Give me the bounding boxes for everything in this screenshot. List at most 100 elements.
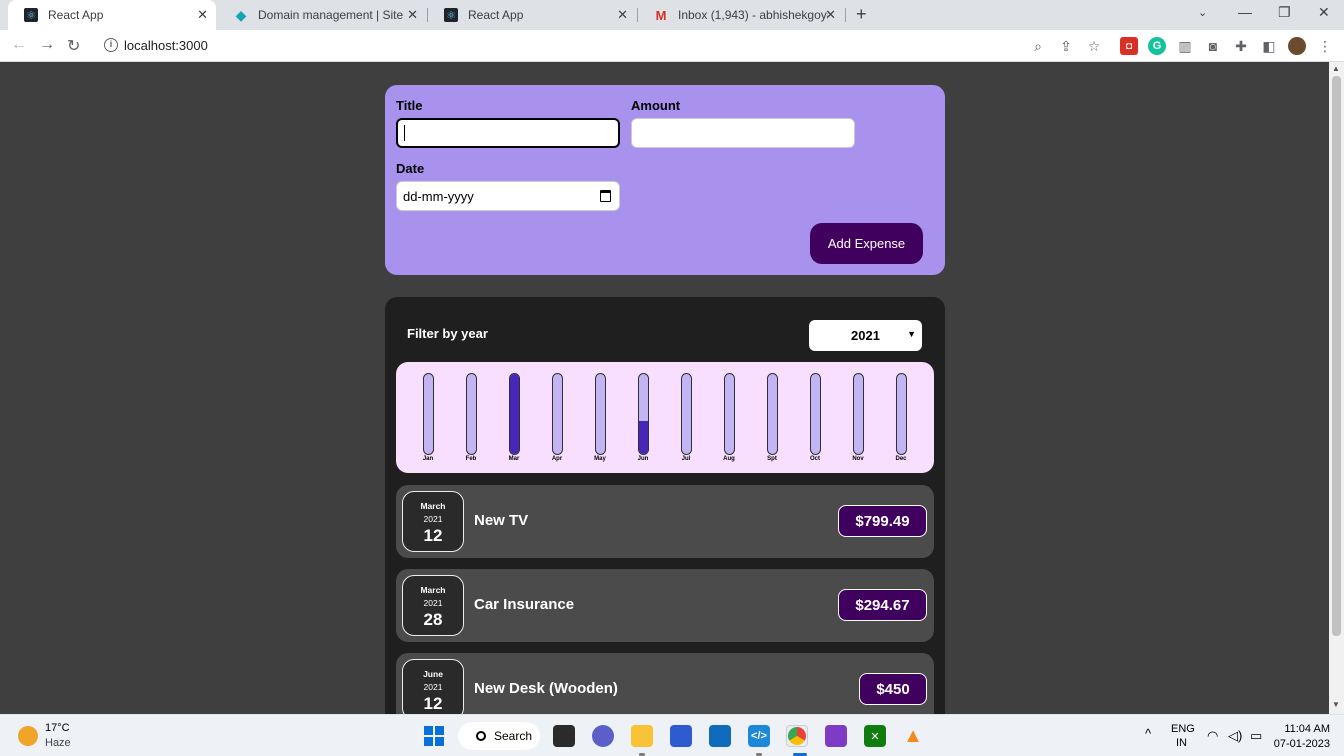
expense-price: $799.49 <box>838 505 927 537</box>
chart-bar-nov <box>853 373 864 455</box>
system-clock[interactable]: 11:04 AM 07-01-2023 <box>1274 722 1330 752</box>
date-input[interactable]: dd-mm-yyyy <box>396 181 620 211</box>
chart-bar-label: Spt <box>767 456 777 462</box>
reload-icon[interactable]: ↻ <box>67 36 80 56</box>
url-field[interactable]: localhost:3000 <box>124 38 208 53</box>
chart-bar-oct <box>810 373 821 455</box>
chart-bar-aug <box>724 373 735 455</box>
calendar-icon[interactable] <box>600 190 611 202</box>
expense-price: $294.67 <box>838 589 927 621</box>
scroll-down-icon[interactable]: ▼ <box>1332 700 1340 709</box>
chart-bar-label: Dec <box>895 456 907 462</box>
zoom-icon[interactable]: ⌕ <box>1029 37 1047 55</box>
scroll-thumb[interactable] <box>1332 76 1341 636</box>
site-info-icon[interactable]: i <box>104 38 118 52</box>
chart-bar-fill <box>639 421 648 454</box>
expense-price: $450 <box>859 673 927 705</box>
gmail-icon: M <box>655 7 667 23</box>
chart-bar-label: Jul <box>681 456 691 462</box>
close-tab-icon[interactable]: ✕ <box>617 7 628 23</box>
minimize-icon[interactable]: — <box>1238 4 1252 20</box>
amount-label: Amount <box>631 98 681 113</box>
chart-bar-jan <box>423 373 434 455</box>
taskbar-search[interactable]: Search <box>458 722 540 750</box>
grammarly-icon[interactable]: G <box>1148 37 1166 55</box>
filter-label: Filter by year <box>407 326 488 341</box>
chrome-icon-active[interactable] <box>786 725 808 747</box>
purple-app-icon[interactable] <box>825 725 847 747</box>
chart-bar-spt <box>767 373 778 455</box>
scroll-up-icon[interactable]: ▲ <box>1332 64 1340 73</box>
extension-red-icon[interactable]: ◘ <box>1120 37 1138 55</box>
volume-icon[interactable]: ◁) <box>1228 728 1242 744</box>
tab-gmail-inbox[interactable]: M Inbox (1,943) - abhishekgoyal366 ✕ <box>638 0 844 30</box>
expense-item: March 2021 12 New TV $799.49 <box>396 485 934 558</box>
close-tab-icon[interactable]: ✕ <box>825 7 836 23</box>
close-tab-icon[interactable]: ✕ <box>407 7 418 23</box>
browser-toolbar: ← → ↻ i localhost:3000 ⌕ ⇪ ☆ ◘ G ▥ ◙ ✚ ◧… <box>0 30 1344 62</box>
chart-bar-feb <box>466 373 477 455</box>
battery-icon[interactable]: ▭ <box>1250 728 1262 744</box>
amount-input[interactable] <box>631 118 855 148</box>
weather-condition[interactable]: Haze <box>45 737 71 749</box>
vscode-icon[interactable]: </> <box>748 725 770 747</box>
language-bottom[interactable]: IN <box>1176 737 1187 749</box>
camera-icon[interactable]: ◙ <box>1204 37 1222 55</box>
wifi-icon[interactable]: ◠ <box>1207 728 1218 744</box>
tab-react-app-2[interactable]: ⚛ React App ✕ <box>428 0 636 30</box>
tab-separator <box>845 8 846 22</box>
windows-start-icon[interactable] <box>424 726 444 746</box>
search-icon <box>476 731 486 741</box>
xbox-icon[interactable]: ✕ <box>864 725 886 747</box>
side-panel-icon[interactable]: ◧ <box>1260 37 1278 55</box>
title-input[interactable] <box>396 118 620 148</box>
task-view-icon[interactable] <box>553 725 575 747</box>
close-window-icon[interactable]: ✕ <box>1318 4 1330 21</box>
chart-bar-label: Mar <box>508 456 520 462</box>
react-icon: ⚛ <box>24 8 38 22</box>
show-hidden-icons-chevron[interactable]: ^ <box>1145 726 1151 741</box>
windows-taskbar: 17°C Haze Search </> ✕ ▲ ^ ENG IN ◠ ◁) ▭… <box>0 714 1344 756</box>
add-expense-button[interactable]: Add Expense <box>810 223 923 264</box>
extensions-puzzle-icon[interactable]: ✚ <box>1232 37 1250 55</box>
profile-avatar[interactable] <box>1288 37 1306 55</box>
expense-title: New Desk (Wooden) <box>474 680 618 697</box>
text-caret <box>404 125 405 141</box>
tab-search-chevron-icon[interactable]: ⌄ <box>1198 6 1207 19</box>
language-top[interactable]: ENG <box>1171 723 1195 735</box>
expense-title: Car Insurance <box>474 596 575 613</box>
expense-date: June 2021 12 <box>402 659 464 714</box>
chart-bar-may <box>595 373 606 455</box>
tab-domain-management[interactable]: ◆ Domain management | Site settir ✕ <box>218 0 426 30</box>
vlc-icon[interactable]: ▲ <box>902 725 924 747</box>
chat-icon[interactable] <box>592 725 614 747</box>
share-icon[interactable]: ⇪ <box>1057 37 1075 55</box>
extension-grid-icon[interactable]: ▥ <box>1176 37 1194 55</box>
chevron-down-icon: ▼ <box>907 329 916 339</box>
restore-icon[interactable]: ❐ <box>1278 4 1291 21</box>
back-arrow-icon[interactable]: ← <box>11 36 27 54</box>
bookmark-star-icon[interactable]: ☆ <box>1085 37 1103 55</box>
page-scrollbar[interactable]: ▲ ▼ <box>1329 62 1344 714</box>
chart-bar-apr <box>552 373 563 455</box>
expense-date: March 2021 28 <box>402 575 464 636</box>
chart-bar-label: Feb <box>465 456 477 462</box>
title-label: Title <box>396 98 423 113</box>
browser-tab-bar: ⚛ React App ✕ ◆ Domain management | Site… <box>0 0 1344 30</box>
weather-sun-icon[interactable] <box>18 726 38 746</box>
chart-bar-jun <box>638 373 649 455</box>
weather-temperature[interactable]: 17°C <box>45 722 70 734</box>
tab-react-app-1[interactable]: ⚛ React App ✕ <box>8 0 216 30</box>
new-tab-button[interactable]: + <box>856 4 867 25</box>
chart-bar-mar <box>509 373 520 455</box>
year-filter-select[interactable]: 2021 ▼ <box>809 320 922 351</box>
close-tab-icon[interactable]: ✕ <box>197 7 208 23</box>
chart-bar-label: Jan <box>422 456 434 462</box>
mail-icon[interactable] <box>709 725 731 747</box>
netlify-icon: ◆ <box>235 6 247 23</box>
chart-bar-label: Apr <box>551 456 563 462</box>
menu-kebab-icon[interactable]: ⋮ <box>1316 37 1334 55</box>
file-explorer-icon[interactable] <box>631 725 653 747</box>
forward-arrow-icon[interactable]: → <box>39 36 55 54</box>
store-icon[interactable] <box>670 725 692 747</box>
